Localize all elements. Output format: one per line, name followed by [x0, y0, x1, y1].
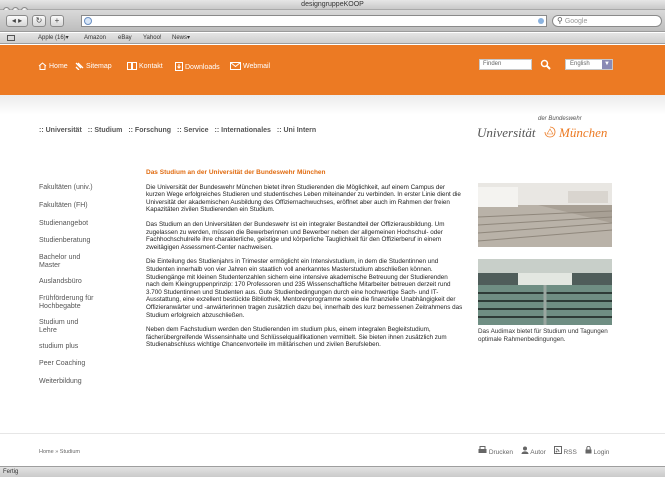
rss-icon: [553, 446, 562, 454]
bookmark-item[interactable]: Apple (16)▾: [38, 33, 69, 44]
home-link[interactable]: Home: [38, 62, 68, 70]
sitemap-link[interactable]: Sitemap: [75, 62, 112, 71]
reload-button[interactable]: ↻: [32, 15, 46, 27]
sidebar-item-auslandsbuero[interactable]: Auslandsbüro: [39, 278, 82, 286]
downloads-label: Downloads: [185, 64, 220, 71]
menu-item-internationales[interactable]: :: Internationales: [215, 127, 271, 134]
login-label: Login: [593, 449, 610, 456]
browser-search-field[interactable]: ⚲ Google: [552, 15, 662, 27]
window-title: designgruppeKOOP: [301, 1, 364, 8]
menu-item-studium[interactable]: :: Studium: [88, 127, 123, 134]
webmail-link[interactable]: Webmail: [230, 62, 270, 70]
paragraph: Die Einteilung des Studienjahrs in Trime…: [146, 258, 463, 319]
university-logo[interactable]: der Bundeswehr Universität München: [477, 116, 617, 152]
bookmarks-book-icon[interactable]: [7, 35, 15, 41]
author-label: Autor: [530, 449, 546, 456]
author-icon: [521, 446, 529, 454]
sidebar-item-fakultaeten-univ[interactable]: Fakultäten (univ.): [39, 184, 93, 192]
site-search-input[interactable]: Finden: [479, 59, 532, 70]
page-title: Das Studium an der Universität der Bunde…: [146, 169, 326, 176]
audimax-image: [478, 259, 612, 325]
rss-label: RSS: [563, 449, 577, 456]
seal-icon: [544, 126, 556, 138]
bookmark-item[interactable]: Amazon: [84, 33, 106, 44]
rss-link[interactable]: RSS: [553, 446, 580, 456]
main-content: Das Studium an der Universität der Bunde…: [146, 169, 463, 356]
main-menu: :: Universität :: Studium :: Forschung :…: [39, 127, 320, 134]
bookmark-item[interactable]: Yahoo!: [143, 33, 162, 44]
breadcrumb[interactable]: Home » Studium: [39, 449, 80, 455]
author-link[interactable]: Autor: [521, 446, 549, 456]
search-icon: ⚲: [557, 16, 563, 25]
webmail-label: Webmail: [243, 63, 271, 70]
language-select[interactable]: English ▼: [565, 59, 613, 70]
paragraph: Das Studium an den Universitäten der Bun…: [146, 220, 445, 251]
sidebar-item-weiterbildung[interactable]: Weiterbildung: [39, 378, 82, 386]
printer-icon: [478, 446, 487, 453]
address-bar[interactable]: [81, 15, 547, 27]
sidebar-item-peer-coaching[interactable]: Peer Coaching: [39, 360, 85, 368]
add-bookmark-button[interactable]: +: [50, 15, 64, 27]
bookmark-item[interactable]: News▾: [172, 33, 190, 44]
lock-icon: [585, 445, 592, 454]
paragraph: Neben dem Fachstudium werden den Studier…: [146, 326, 447, 349]
browser-status-bar: Fertig: [0, 466, 665, 477]
sitemap-label: Sitemap: [86, 63, 112, 70]
image-caption: Das Audimax bietet für Studium und Tagun…: [478, 328, 608, 343]
back-forward-buttons[interactable]: ◂ ▸: [6, 15, 28, 27]
browser-search-placeholder: Google: [564, 18, 588, 25]
print-label: Drucken: [488, 449, 514, 456]
sidebar-item-studienangebot[interactable]: Studienangebot: [39, 220, 88, 228]
home-label: Home: [49, 63, 68, 70]
logo-city: München: [559, 125, 608, 140]
login-link[interactable]: Login: [585, 445, 613, 456]
site-top-nav: Home Sitemap Kontakt Downloads Webmail F…: [0, 45, 665, 95]
window-titlebar: designgruppeKOOP: [0, 0, 665, 14]
footer-divider: [0, 433, 665, 434]
chevron-down-icon: ▼: [602, 60, 612, 69]
sidebar-item-bachelor-master[interactable]: Bachelor und Master: [39, 254, 89, 270]
language-select-value: English: [570, 61, 590, 67]
sidebar-item-fakultaeten-fh[interactable]: Fakultäten (FH): [39, 202, 88, 210]
home-icon: [38, 62, 47, 70]
browser-toolbar: ◂ ▸ ↻ + ⚲ Google: [0, 10, 665, 32]
bookmarks-bar: Apple (16)▾ Amazon eBay Yahoo! News▾: [0, 33, 665, 44]
sidebar-item-fruehfoerderung[interactable]: Frühförderung für Hochbegabte: [39, 295, 113, 311]
paragraph: Die Universität der Bundeswehr München b…: [146, 183, 461, 214]
sidebar-item-studium-lehre[interactable]: Studium und Lehre: [39, 319, 83, 335]
menu-item-forschung[interactable]: :: Forschung: [128, 127, 171, 134]
header-band: [0, 95, 665, 115]
sidebar-item-studium-plus[interactable]: studium plus: [39, 343, 78, 351]
lecture-hall-image: [478, 183, 612, 247]
bookmark-item[interactable]: eBay: [118, 33, 132, 44]
sitemap-icon: [75, 62, 84, 71]
page-tools: Drucken Autor RSS Login: [478, 445, 615, 456]
kontakt-label: Kontakt: [139, 63, 163, 70]
print-link[interactable]: Drucken: [478, 446, 516, 456]
site-icon: [84, 17, 92, 25]
go-icon[interactable]: [538, 18, 544, 24]
logo-university: Universität: [477, 125, 536, 140]
menu-item-uni-intern[interactable]: :: Uni Intern: [277, 127, 316, 134]
kontakt-link[interactable]: Kontakt: [127, 62, 163, 70]
mail-icon: [230, 62, 241, 70]
contact-icon: [127, 62, 137, 70]
downloads-link[interactable]: Downloads: [175, 62, 220, 71]
menu-item-universitaet[interactable]: :: Universität: [39, 127, 82, 134]
search-icon[interactable]: [540, 59, 551, 70]
logo-subtitle: der Bundeswehr: [538, 116, 582, 122]
download-icon: [175, 62, 183, 71]
sidebar-item-studienberatung[interactable]: Studienberatung: [39, 237, 90, 245]
menu-item-service[interactable]: :: Service: [177, 127, 209, 134]
